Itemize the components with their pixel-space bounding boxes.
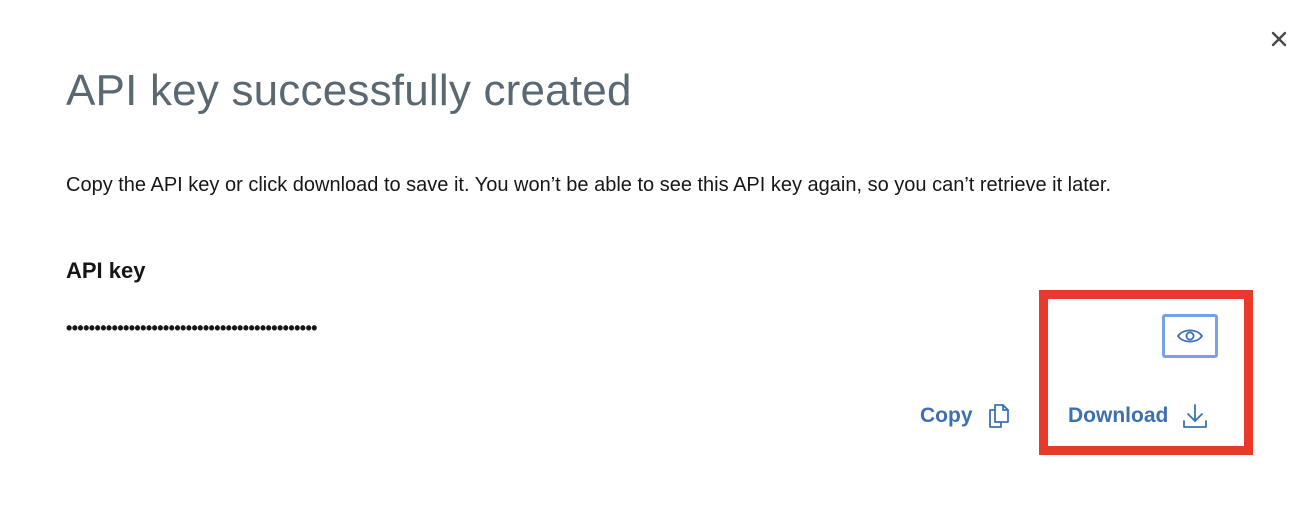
show-key-button[interactable] bbox=[1162, 314, 1218, 358]
eye-icon bbox=[1176, 329, 1204, 343]
api-key-modal: API key successfully created Copy the AP… bbox=[0, 0, 1302, 520]
copy-button[interactable]: Copy bbox=[920, 400, 1015, 432]
modal-title: API key successfully created bbox=[66, 66, 632, 115]
close-button[interactable] bbox=[1262, 22, 1296, 56]
close-icon bbox=[1271, 31, 1287, 47]
download-label: Download bbox=[1068, 404, 1169, 427]
copy-label: Copy bbox=[920, 404, 973, 427]
copy-icon bbox=[988, 404, 1009, 428]
modal-description: Copy the API key or click download to sa… bbox=[66, 174, 1112, 196]
download-icon bbox=[1183, 404, 1208, 428]
download-button[interactable]: Download bbox=[1068, 400, 1208, 432]
api-key-masked-value: ••••••••••••••••••••••••••••••••••••••••… bbox=[66, 318, 317, 338]
api-key-label: API key bbox=[66, 258, 146, 283]
